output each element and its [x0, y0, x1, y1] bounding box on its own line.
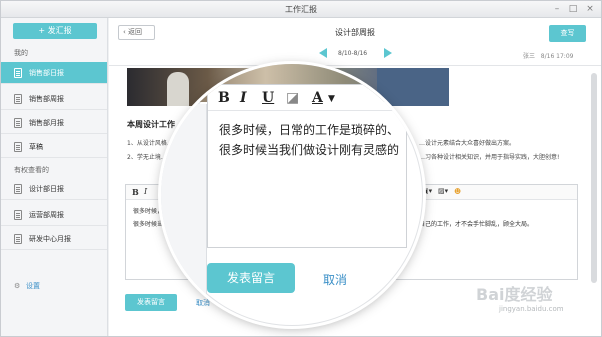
- magnified-sidebar: [161, 104, 207, 326]
- italic-button[interactable]: I: [144, 187, 147, 196]
- emoji-icon[interactable]: ☻: [454, 187, 461, 196]
- editor-text: 很多时候当我们做设计刚有灵感的: [219, 143, 400, 157]
- maximize-icon[interactable]: □: [568, 4, 578, 14]
- report-icon: [14, 210, 22, 220]
- editor-text-tail: …自己的工作，才不会手忙脚乱，顾全大局。: [413, 221, 534, 228]
- date-range: 8/10-8/16: [338, 50, 368, 57]
- write-button[interactable]: 查写: [549, 25, 586, 42]
- sidebar-item-sales-monthly[interactable]: 销售部月报: [1, 112, 107, 134]
- sidebar-item-label: 销售部周报: [29, 95, 64, 103]
- draft-icon: [14, 142, 22, 152]
- report-icon: [14, 184, 22, 194]
- bold-button[interactable]: B: [132, 187, 139, 197]
- app-window: 工作汇报 – □ × + 发汇报 我的 销售部日报 销售部周报 销售部月报 草稿…: [0, 0, 602, 337]
- magnifier-lens: B I U ◪ A ▼ 很多时候，日常的工作是琐碎的、 很多时候当我们做设计刚有…: [161, 64, 423, 326]
- sidebar-item-drafts[interactable]: 草稿: [1, 136, 107, 158]
- underline-button[interactable]: U: [262, 90, 274, 106]
- publish-comment-button[interactable]: 发表留言: [207, 263, 295, 293]
- minimize-icon[interactable]: –: [552, 4, 562, 14]
- report-icon: [14, 68, 22, 78]
- image-icon[interactable]: ▣▾: [422, 187, 432, 195]
- sidebar: + 发汇报 我的 销售部日报 销售部周报 销售部月报 草稿 有权查看的 设计部日…: [1, 18, 108, 336]
- prev-week-icon[interactable]: [319, 48, 327, 58]
- title-bar: 工作汇报 – □ ×: [1, 1, 601, 18]
- new-report-button[interactable]: + 发汇报: [13, 23, 97, 39]
- settings-label: 设置: [26, 282, 40, 290]
- settings-link[interactable]: ⚙ 设置: [14, 281, 40, 291]
- font-color-button[interactable]: A: [312, 90, 323, 106]
- sidebar-item-label: 研发中心月报: [29, 235, 71, 243]
- section-mine-label: 我的: [14, 49, 28, 57]
- cancel-link[interactable]: 取消: [323, 271, 347, 288]
- page-title: 设计部周报: [335, 28, 375, 37]
- gear-icon: ⚙: [14, 282, 21, 290]
- sidebar-item-label: 设计部日报: [29, 185, 64, 193]
- sidebar-item-label: 运营部周报: [29, 211, 64, 219]
- scrollbar[interactable]: [591, 73, 597, 283]
- report-icon: [14, 234, 22, 244]
- sidebar-item-label: 销售部日报: [29, 69, 64, 77]
- sidebar-item-design-daily[interactable]: 设计部日报: [1, 178, 107, 200]
- sidebar-item-label: 销售部月报: [29, 119, 64, 127]
- window-title: 工作汇报: [285, 5, 317, 14]
- next-week-icon[interactable]: [384, 48, 392, 58]
- sidebar-item-ops-weekly[interactable]: 运营部周报: [1, 204, 107, 226]
- editor-text: 很多时候，: [133, 208, 164, 215]
- section-viewable-label: 有权查看的: [14, 166, 49, 174]
- picture-icon[interactable]: ▨▾: [438, 187, 448, 195]
- eraser-icon[interactable]: ◪: [286, 90, 299, 106]
- report-line-tail: …设计元素结合大众喜好做出方案。: [419, 140, 516, 147]
- italic-button[interactable]: I: [240, 90, 247, 106]
- watermark-logo: Bai度经验: [476, 285, 553, 304]
- sidebar-item-sales-daily[interactable]: 销售部日报: [1, 62, 107, 84]
- close-icon[interactable]: ×: [585, 4, 595, 14]
- report-meta: 张三 8/16 17:09: [523, 51, 573, 60]
- bold-button[interactable]: B: [218, 90, 230, 106]
- report-timestamp: 8/16 17:09: [540, 53, 574, 60]
- report-line-tail: …习各种设计相关知识，并用于指导实践，大胆创意!: [419, 154, 560, 161]
- magnified-editor[interactable]: B I U ◪ A ▼ 很多时候，日常的工作是琐碎的、 很多时候当我们做设计刚有…: [207, 84, 408, 248]
- report-icon: [14, 118, 22, 128]
- author-name: 张三: [523, 53, 536, 60]
- sidebar-item-sales-weekly[interactable]: 销售部周报: [1, 88, 107, 110]
- editor-text: 很多时候，日常的工作是琐碎的、: [219, 123, 400, 137]
- watermark-url: jingyan.baidu.com: [499, 305, 564, 313]
- report-icon: [14, 94, 22, 104]
- magnified-toolbar: B I U ◪ A ▼: [208, 85, 408, 111]
- sidebar-item-label: 草稿: [29, 143, 43, 151]
- chevron-down-icon[interactable]: ▼: [328, 94, 335, 104]
- sidebar-item-rd-monthly[interactable]: 研发中心月报: [1, 228, 107, 250]
